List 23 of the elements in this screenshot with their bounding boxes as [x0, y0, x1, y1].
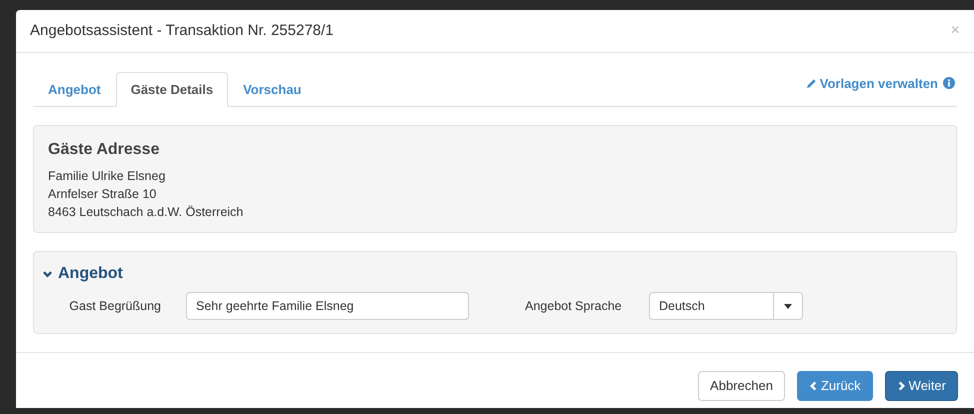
address-heading: Gäste Adresse: [48, 140, 160, 160]
caret-icon: [784, 304, 792, 308]
next-button[interactable]: Weiter: [884, 371, 958, 401]
address-line: Familie Ulrike Elsneg: [48, 168, 166, 185]
tab[interactable]: Vorschau: [228, 72, 316, 107]
manage-templates-link[interactable]: Vorlagen verwalten: [806, 74, 955, 93]
chevron-icon: [43, 269, 52, 279]
address-line: Arnfelser Straße 10: [48, 186, 158, 203]
info-icon: [943, 77, 955, 90]
chevron-right-icon: [896, 381, 906, 391]
chevron-left-icon: [808, 381, 818, 391]
language-select[interactable]: Deutsch: [649, 292, 803, 320]
tab[interactable]: Gäste Details: [116, 72, 228, 107]
window-title: Angebotsassistent - Transaktion Nr. 255278/1: [30, 20, 334, 41]
tab[interactable]: Angebot: [33, 72, 116, 107]
offer-section-toggle[interactable]: Angebot: [43, 262, 123, 286]
back-button[interactable]: Zurück: [796, 371, 873, 401]
field-label: Angebot Sprache: [525, 298, 623, 315]
pencil-icon: [806, 78, 817, 89]
cancel-button[interactable]: Abbrechen: [698, 371, 785, 401]
address-line: 8463 Leutschach a.d.W. Österreich: [48, 204, 244, 221]
greeting-field[interactable]: Sehr geehrte Familie Elsneg: [186, 292, 469, 320]
field-label: Gast Begrüßung: [68, 298, 162, 315]
